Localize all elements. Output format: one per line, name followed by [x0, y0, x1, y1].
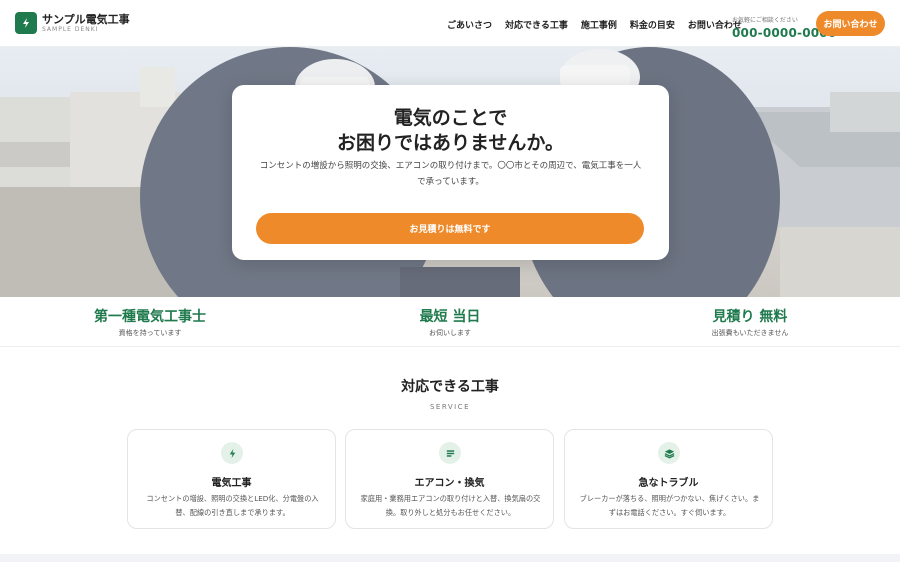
- hero-description: コンセントの増設から照明の交換、エアコンの取り付けまで。〇〇市とその周辺で、電気…: [259, 161, 642, 187]
- site-name-sub: SAMPLE DENKI: [42, 26, 99, 33]
- service-card-trouble[interactable]: 急なトラブル ブレーカーが落ちる、照明がつかない、焦げくさい。まずはお電話くださ…: [564, 429, 773, 529]
- site-header: サンプル電気工事 SAMPLE DENKI ごあいさつ 対応できる工事 施工事例…: [0, 0, 900, 47]
- site-name[interactable]: サンプル電気工事: [42, 11, 130, 27]
- service-card-desc: 家庭用・業務用エアコンの取り付けと入替、換気扇の交換。取り外しと処分もお任せくだ…: [360, 494, 541, 517]
- nav-works[interactable]: 施工事例: [581, 18, 617, 31]
- feature-sub: お伺いします: [429, 329, 471, 337]
- nav-pricing[interactable]: 料金の目安: [630, 18, 675, 31]
- service-card-aircon[interactable]: エアコン・換気 家庭用・業務用エアコンの取り付けと入替、換気扇の交換。取り外しと…: [345, 429, 554, 529]
- hero-title-line2: お困りではありませんか。: [336, 132, 565, 154]
- feature-sub: 出張費もいただきません: [711, 329, 789, 337]
- main-nav: ごあいさつ 対応できる工事 施工事例 料金の目安 お問い合わせ: [447, 18, 742, 31]
- feature-title: 最短 当日: [419, 309, 481, 325]
- hero-title-line1: 電気のことで: [393, 107, 508, 129]
- feature-sub: 資格を持っています: [118, 329, 182, 337]
- service-card-electrical[interactable]: 電気工事 コンセントの増設、照明の交換とLED化、分電盤の入替、配線の引き直しま…: [127, 429, 336, 529]
- nav-services[interactable]: 対応できる工事: [505, 18, 568, 31]
- service-card-desc: コンセントの増設、照明の交換とLED化、分電盤の入替、配線の引き直しまで承ります…: [146, 494, 319, 517]
- feature-sameday: 最短 当日 お伺いします: [350, 306, 550, 338]
- consult-label: お気軽にご相談ください: [732, 17, 798, 24]
- feature-license: 第一種電気工事士 資格を持っています: [50, 306, 250, 338]
- services-title: 対応できる工事: [401, 379, 499, 395]
- services-subtitle: SERVICE: [429, 403, 470, 411]
- hero-section: 電気のことで お困りではありませんか。 コンセントの増設から照明の交換、エアコン…: [0, 47, 900, 297]
- lightning-icon[interactable]: [15, 12, 37, 34]
- next-section-edge: [0, 554, 900, 562]
- nav-greeting[interactable]: ごあいさつ: [447, 18, 492, 31]
- layers-icon: [658, 442, 680, 464]
- service-card-desc: ブレーカーが落ちる、照明がつかない、焦げくさい。まずはお電話ください。すぐ伺いま…: [579, 494, 760, 517]
- lightning-icon: [221, 442, 243, 464]
- hero-card: 電気のことで お困りではありませんか。 コンセントの増設から照明の交換、エアコン…: [232, 85, 669, 260]
- service-card-title: エアコン・換気: [414, 478, 485, 489]
- feature-free-estimate: 見積り 無料 出張費もいただきません: [650, 306, 850, 338]
- free-estimate-button[interactable]: お見積りは無料です: [256, 213, 644, 244]
- feature-title: 見積り 無料: [712, 309, 788, 325]
- features-strip: 第一種電気工事士 資格を持っています 最短 当日 お伺いします 見積り 無料 出…: [0, 297, 900, 347]
- feature-title: 第一種電気工事士: [94, 309, 206, 325]
- service-card-title: 急なトラブル: [638, 478, 699, 489]
- list-icon: [439, 442, 461, 464]
- service-card-title: 電気工事: [211, 478, 252, 489]
- contact-button[interactable]: お問い合わせ: [816, 11, 885, 36]
